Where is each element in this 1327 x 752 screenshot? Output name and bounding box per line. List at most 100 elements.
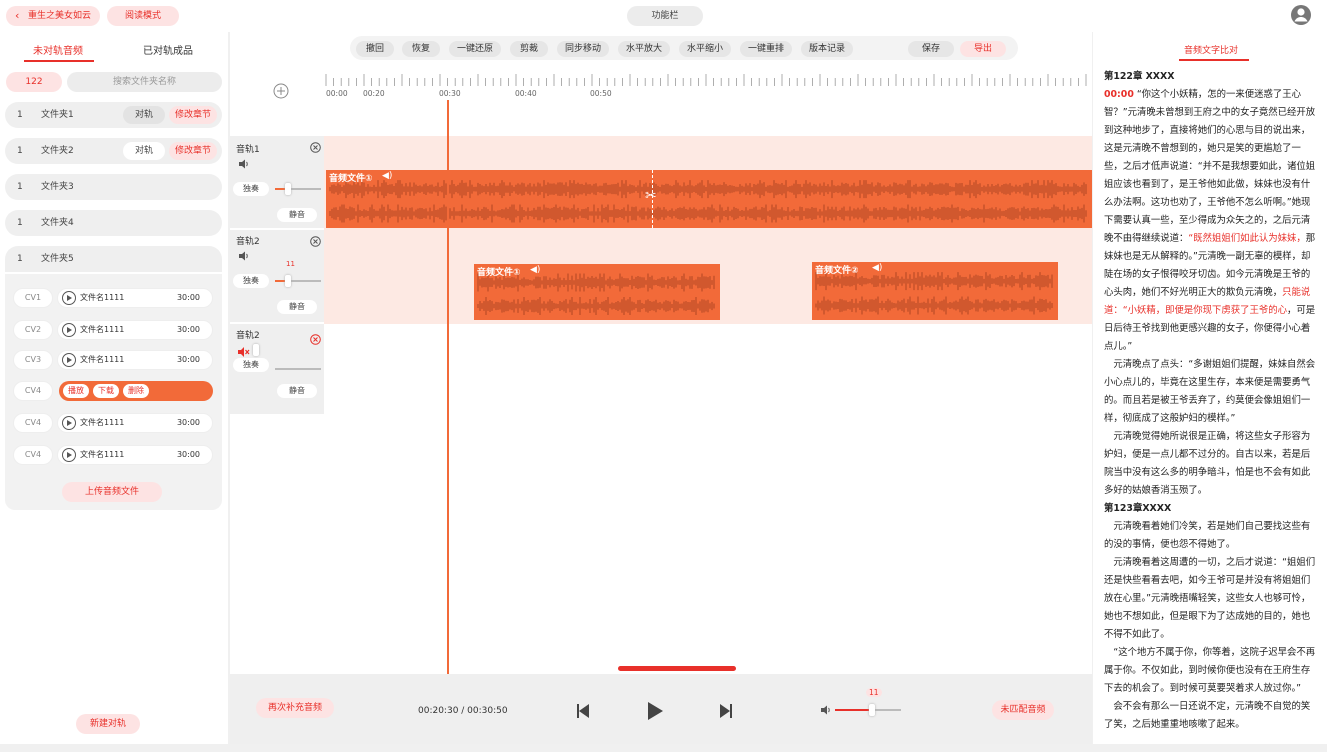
tab-aligned[interactable]: 已对轨成品 — [143, 42, 193, 57]
reset-button[interactable]: 一键还原 — [449, 41, 501, 57]
time-display: 00:20:30 / 00:30:50 — [418, 706, 508, 716]
file-row[interactable]: CV4 文件名1111 30:00 — [13, 413, 213, 433]
upload-audio-button[interactable]: 上传音频文件 — [62, 482, 162, 502]
clip-label: 音频文件① — [329, 174, 373, 184]
paragraph: “这个地方不属于你，你等着，这院子迟早会不再属于你。不仅如此，到时候你便也没有在… — [1104, 647, 1316, 694]
book-title: 重生之美女如云 — [28, 11, 92, 21]
folder-name: 文件夹4 — [41, 218, 74, 228]
paragraph: 元清晚觉得她所说很是正确，将这些女子形容为妒妇，便是一点儿都不过分的。自古以来，… — [1104, 431, 1311, 496]
undo-button[interactable]: 撤回 — [356, 41, 394, 57]
folder-name: 文件夹5 — [41, 254, 74, 264]
audio-clip[interactable]: 音频文件① ◀) — [326, 170, 1092, 228]
download-button[interactable]: 下载 — [93, 384, 119, 398]
folder-row[interactable]: 1 文件夹2 对轨 修改章节 — [5, 138, 222, 164]
mute-button[interactable]: 静音 — [277, 384, 317, 398]
read-mode-button[interactable]: 阅读模式 — [107, 6, 179, 26]
volume-icon[interactable] — [820, 705, 832, 715]
play-circle-icon[interactable] — [62, 448, 76, 462]
skip-forward-icon[interactable] — [720, 704, 732, 718]
slider-handle[interactable] — [285, 275, 291, 287]
horizontal-scrollbar[interactable] — [618, 666, 736, 671]
slider-handle[interactable] — [285, 183, 291, 195]
file-row[interactable]: CV2 文件名1111 30:00 — [13, 320, 213, 340]
audio-clip[interactable]: 音频文件② ◀) — [812, 262, 1058, 320]
align-button[interactable]: 对轨 — [123, 142, 165, 160]
volume-slider[interactable] — [275, 368, 321, 370]
muted-speaker-icon[interactable] — [237, 346, 250, 358]
folder-row[interactable]: 1 文件夹1 对轨 修改章节 — [5, 102, 222, 128]
export-button[interactable]: 导出 — [960, 41, 1006, 57]
speaker-icon[interactable]: ◀) — [382, 171, 392, 181]
speaker-icon[interactable]: ◀) — [530, 265, 540, 275]
unmatched-audio-button[interactable]: 未匹配音频 — [992, 700, 1054, 720]
play-circle-icon[interactable] — [62, 323, 76, 337]
file-row[interactable]: CV4 文件名1111 30:00 — [13, 445, 213, 465]
master-volume-slider[interactable] — [835, 704, 901, 716]
volume-value: 11 — [286, 260, 295, 268]
volume-slider[interactable] — [275, 183, 321, 195]
back-button[interactable]: ‹ 重生之美女如云 — [6, 6, 100, 26]
ruler-label: 00:00 — [326, 89, 348, 98]
audio-clip[interactable]: 音频文件① ◀) — [474, 264, 720, 320]
highlighted-text: “既然姐姐们如此认为妹妹， — [1188, 233, 1306, 244]
add-track-icon[interactable] — [273, 83, 289, 99]
folder-row[interactable]: 1 文件夹3 — [5, 174, 222, 200]
delete-button[interactable]: 删除 — [123, 384, 149, 398]
folder-row[interactable]: 1 文件夹5 — [5, 246, 222, 272]
folder-row[interactable]: 1 文件夹4 — [5, 210, 222, 236]
solo-button[interactable]: 独奏 — [233, 182, 269, 196]
playhead[interactable] — [447, 100, 449, 700]
close-icon[interactable] — [310, 334, 321, 345]
user-avatar-icon[interactable] — [1290, 4, 1312, 26]
slider-handle[interactable] — [253, 344, 259, 356]
play-circle-icon[interactable] — [62, 291, 76, 305]
speaker-icon[interactable] — [238, 159, 250, 169]
top-bar: ‹ 重生之美女如云 阅读模式 功能栏 — [0, 0, 1327, 32]
paragraph: 00:00 “你这个小妖精，怎的一来便迷惑了王心智？”元清晚未曾想到王府之中的女… — [1104, 89, 1316, 352]
speaker-icon[interactable] — [238, 251, 250, 261]
close-icon[interactable] — [310, 236, 321, 247]
solo-button[interactable]: 独奏 — [233, 274, 269, 288]
mute-button[interactable]: 静音 — [277, 300, 317, 314]
paragraph: 会不会有那么一日还说不定，元清晚不自觉的笑了笑，之后她重重地咳嗽了起来。 — [1104, 701, 1311, 730]
search-input[interactable]: 搜索文件夹名称 — [67, 72, 222, 92]
timestamp[interactable]: 00:00 — [1104, 89, 1134, 100]
zoom-in-button[interactable]: 水平放大 — [618, 41, 670, 57]
paragraph: 元清晚看着她们冷笑，若是她们自己要找这些有的没的事情，便也怨不得她了。 — [1104, 521, 1311, 550]
file-row[interactable]: CV3 文件名1111 30:00 — [13, 350, 213, 370]
count-badge: 122 — [6, 72, 62, 92]
edit-chapter-button[interactable]: 修改章节 — [169, 106, 217, 124]
tab-text-compare[interactable]: 音频文字比对 — [1184, 43, 1238, 56]
scissors-icon[interactable]: ✂ — [645, 188, 657, 204]
paragraph: 元清晚点了点头：“多谢姐姐们提醒，妹妹自然会小心点儿的，毕竟在这里生存，本来便是… — [1104, 359, 1316, 424]
ruler-label: 00:30 — [439, 89, 461, 98]
rematch-audio-button[interactable]: 再次补充音频 — [256, 698, 334, 718]
mute-button[interactable]: 静音 — [277, 208, 317, 222]
play-circle-icon[interactable] — [62, 353, 76, 367]
play-icon[interactable] — [647, 702, 663, 720]
sync-move-button[interactable]: 同步移动 — [557, 41, 609, 57]
zoom-out-button[interactable]: 水平缩小 — [679, 41, 731, 57]
solo-button[interactable]: 独奏 — [233, 358, 269, 372]
edit-chapter-button[interactable]: 修改章节 — [169, 142, 217, 160]
align-button[interactable]: 对轨 — [123, 106, 165, 124]
skip-back-icon[interactable] — [577, 704, 589, 718]
volume-slider[interactable] — [275, 275, 321, 287]
rearrange-button[interactable]: 一键重排 — [740, 41, 792, 57]
file-row-selected[interactable]: CV4 播放 下载 删除 — [13, 381, 213, 401]
toolbar-label[interactable]: 功能栏 — [627, 6, 703, 26]
speaker-icon[interactable]: ◀) — [872, 263, 882, 273]
file-row[interactable]: CV1 文件名1111 30:00 — [13, 288, 213, 308]
new-track-button[interactable]: 新建对轨 — [76, 714, 140, 734]
redo-button[interactable]: 恢复 — [402, 41, 440, 57]
version-history-button[interactable]: 版本记录 — [801, 41, 853, 57]
slider-handle[interactable] — [869, 704, 875, 716]
play-circle-icon[interactable] — [62, 416, 76, 430]
play-button[interactable]: 播放 — [63, 384, 89, 398]
tab-unaligned[interactable]: 未对轨音频 — [33, 42, 83, 57]
left-panel: 未对轨音频 已对轨成品 122 搜索文件夹名称 1 文件夹1 对轨 修改章节 1… — [0, 32, 228, 744]
track-header-2: 音轨2 11 独奏 静音 — [230, 230, 324, 322]
trim-button[interactable]: 剪裁 — [510, 41, 548, 57]
save-button[interactable]: 保存 — [908, 41, 954, 57]
close-icon[interactable] — [310, 142, 321, 153]
